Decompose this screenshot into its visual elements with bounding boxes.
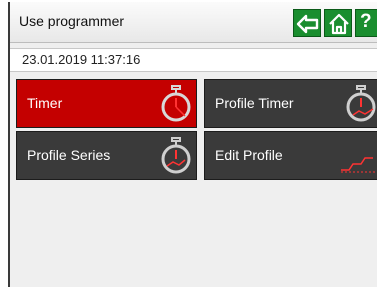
help-icon: ? — [360, 11, 372, 32]
timer-label: Timer — [27, 95, 63, 111]
edit-profile-label: Edit Profile — [215, 147, 283, 163]
back-button[interactable] — [293, 9, 321, 37]
help-button[interactable]: ? — [355, 9, 377, 37]
profile-graph-icon — [341, 157, 377, 173]
app-frame: Use programmer ? 23.01.2019 11:37:16 Tim… — [8, 2, 377, 287]
home-icon — [329, 13, 349, 35]
profile-timer-label: Profile Timer — [215, 95, 294, 111]
profile-timer-tile[interactable]: Profile Timer — [204, 79, 377, 128]
content-area — [10, 182, 377, 287]
date-time-display: 23.01.2019 11:37:16 — [22, 52, 141, 67]
timer-tile[interactable]: Timer — [16, 79, 197, 128]
back-arrow-icon — [296, 14, 319, 34]
profile-series-tile[interactable]: Profile Series — [16, 131, 197, 180]
profile-series-label: Profile Series — [27, 147, 111, 163]
stopwatch-icon — [346, 85, 376, 122]
status-bar: 23.01.2019 11:37:16 — [10, 48, 377, 72]
home-button[interactable] — [324, 9, 352, 37]
window-title: Use programmer — [19, 13, 125, 29]
title-bar: Use programmer ? — [10, 2, 377, 43]
stopwatch-icon — [161, 137, 191, 174]
edit-profile-tile[interactable]: Edit Profile — [204, 131, 377, 180]
stopwatch-icon — [161, 85, 191, 122]
